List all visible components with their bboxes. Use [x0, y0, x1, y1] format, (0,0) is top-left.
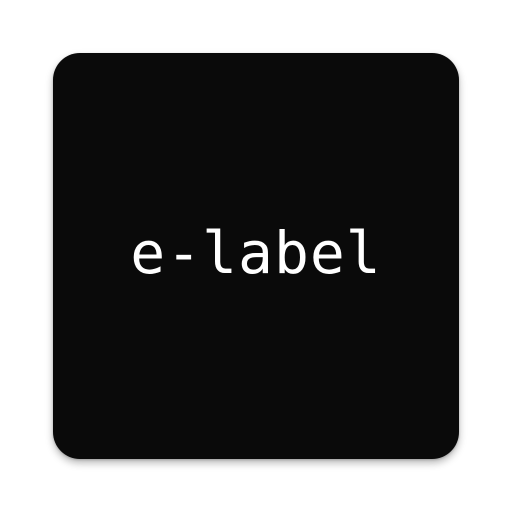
app-icon-label: e-label: [130, 219, 382, 287]
canvas: e-label: [0, 0, 512, 512]
app-icon[interactable]: e-label: [53, 53, 459, 459]
